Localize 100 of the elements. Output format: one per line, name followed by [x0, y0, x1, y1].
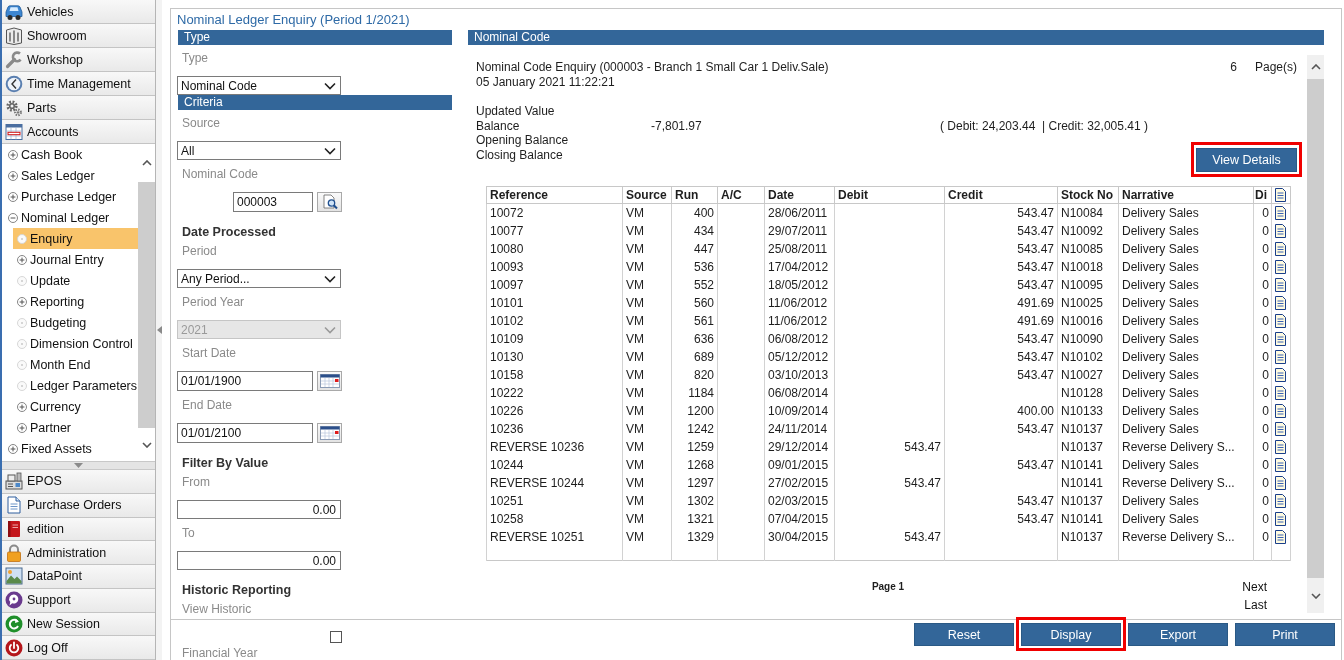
- collapse-icon[interactable]: [8, 212, 18, 223]
- nav-button[interactable]: Log Off: [2, 636, 155, 660]
- document-icon[interactable]: [1275, 205, 1286, 220]
- tree-item[interactable]: Partner: [13, 417, 138, 438]
- table-cell: 0: [1253, 401, 1272, 420]
- chevron-down-icon[interactable]: [1310, 592, 1321, 599]
- nav-button[interactable]: Administration: [2, 541, 155, 565]
- view-details-button[interactable]: View Details: [1196, 148, 1297, 172]
- chevron-up-icon[interactable]: [141, 160, 152, 166]
- tree-item[interactable]: Fixed Assets: [2, 438, 138, 459]
- nav-button[interactable]: New Session: [2, 612, 155, 637]
- document-icon[interactable]: [1275, 331, 1286, 346]
- tree-item[interactable]: Journal Entry: [13, 249, 138, 270]
- document-icon[interactable]: [1275, 511, 1286, 526]
- document-icon[interactable]: [1275, 385, 1286, 400]
- tree-item[interactable]: Reporting: [13, 291, 138, 312]
- speech-bubble-icon: [5, 591, 23, 610]
- expand-icon[interactable]: [17, 296, 27, 307]
- table-cell: 0: [1253, 383, 1272, 402]
- number-field[interactable]: 0.00: [177, 500, 341, 519]
- pager-link[interactable]: Next: [1242, 578, 1267, 596]
- pager-link[interactable]: Last: [1244, 596, 1267, 614]
- expand-icon[interactable]: [8, 170, 18, 181]
- expand-icon[interactable]: [8, 443, 18, 454]
- nav-button[interactable]: Workshop: [2, 48, 155, 72]
- tree-item[interactable]: Currency: [13, 396, 138, 417]
- down-triangle-icon[interactable]: [74, 463, 83, 468]
- action-button[interactable]: Export: [1128, 623, 1228, 646]
- nav-button[interactable]: DataPoint: [2, 565, 155, 589]
- table-cell: Delivery Sales: [1118, 365, 1254, 384]
- text-field[interactable]: 000003: [233, 192, 313, 212]
- document-icon[interactable]: [1275, 223, 1286, 238]
- nav-button[interactable]: Accounts: [2, 120, 155, 144]
- expand-icon[interactable]: [17, 422, 27, 433]
- document-icon[interactable]: [1275, 367, 1286, 382]
- left-triangle-icon[interactable]: [156, 326, 162, 334]
- chevron-down-icon[interactable]: [324, 146, 336, 155]
- tree-item[interactable]: Purchase Ledger: [2, 186, 138, 207]
- tree-item[interactable]: Update: [13, 270, 138, 291]
- summary-label: Balance: [476, 118, 521, 133]
- dropdown[interactable]: Nominal Code: [177, 76, 341, 95]
- dropdown[interactable]: All: [177, 141, 341, 160]
- scrollbar-thumb[interactable]: [138, 182, 155, 428]
- date-picker-button[interactable]: [317, 423, 342, 443]
- lookup-button[interactable]: [317, 192, 342, 212]
- document-icon[interactable]: [1275, 295, 1286, 310]
- date-picker-button[interactable]: [317, 371, 342, 391]
- expand-icon[interactable]: [17, 254, 27, 265]
- tree-item[interactable]: Month End: [13, 354, 138, 375]
- action-button[interactable]: Display: [1021, 623, 1121, 646]
- table-cell: VM: [622, 527, 672, 546]
- chevron-up-icon[interactable]: [1310, 64, 1321, 70]
- document-icon[interactable]: [1275, 529, 1286, 544]
- tree-item[interactable]: Cash Book: [2, 144, 138, 165]
- table-cell: N10092: [1057, 221, 1119, 240]
- chevron-down-icon[interactable]: [141, 441, 152, 448]
- tree-item[interactable]: Dimension Control: [13, 333, 138, 354]
- table-cell: Delivery Sales: [1118, 401, 1254, 420]
- tree-item[interactable]: Ledger Parameters: [13, 375, 138, 396]
- action-button[interactable]: Print: [1235, 623, 1335, 646]
- table-cell: N10133: [1057, 401, 1119, 420]
- document-icon[interactable]: [1275, 493, 1286, 508]
- nav-button[interactable]: EPOS: [2, 470, 155, 494]
- nav-button[interactable]: Vehicles: [2, 0, 155, 24]
- tree-item[interactable]: Budgeting: [13, 312, 138, 333]
- nav-button[interactable]: Time Management: [2, 72, 155, 96]
- nav-button[interactable]: Purchase Orders: [2, 493, 155, 518]
- document-icon[interactable]: [1275, 421, 1286, 436]
- expand-icon[interactable]: [17, 401, 27, 412]
- page-count-label: Page(s): [1254, 60, 1297, 75]
- checkbox[interactable]: [330, 631, 342, 643]
- document-icon[interactable]: [1275, 349, 1286, 364]
- date-field[interactable]: 01/01/2100: [177, 423, 313, 443]
- table-cell: 11/06/2012: [764, 293, 835, 312]
- document-icon[interactable]: [1275, 277, 1286, 292]
- nav-button[interactable]: Parts: [2, 96, 155, 120]
- document-icon[interactable]: [1275, 457, 1286, 472]
- document-icon[interactable]: [1275, 241, 1286, 256]
- chevron-down-icon[interactable]: [324, 81, 336, 90]
- table-cell: 543.47: [944, 203, 1058, 222]
- document-icon[interactable]: [1275, 259, 1286, 274]
- tree-item[interactable]: Nominal Ledger: [2, 207, 138, 228]
- expand-icon[interactable]: [8, 191, 18, 202]
- document-icon[interactable]: [1275, 403, 1286, 418]
- chevron-down-icon[interactable]: [324, 274, 336, 283]
- nav-button[interactable]: Support: [2, 588, 155, 613]
- expand-icon[interactable]: [8, 149, 18, 160]
- nav-button[interactable]: edition: [2, 517, 155, 542]
- document-icon[interactable]: [1275, 313, 1286, 328]
- number-field[interactable]: 0.00: [177, 551, 341, 570]
- date-field[interactable]: 01/01/1900: [177, 371, 313, 391]
- document-icon[interactable]: [1275, 475, 1286, 490]
- action-button[interactable]: Reset: [914, 623, 1014, 646]
- tree-item[interactable]: Sales Ledger: [2, 165, 138, 186]
- document-icon[interactable]: [1275, 439, 1286, 454]
- nav-button[interactable]: Showroom: [2, 24, 155, 48]
- table-cell: 636: [671, 329, 718, 348]
- dropdown[interactable]: Any Period...: [177, 269, 341, 288]
- table-cell: N10027: [1057, 365, 1119, 384]
- tree-item[interactable]: Enquiry: [13, 228, 138, 249]
